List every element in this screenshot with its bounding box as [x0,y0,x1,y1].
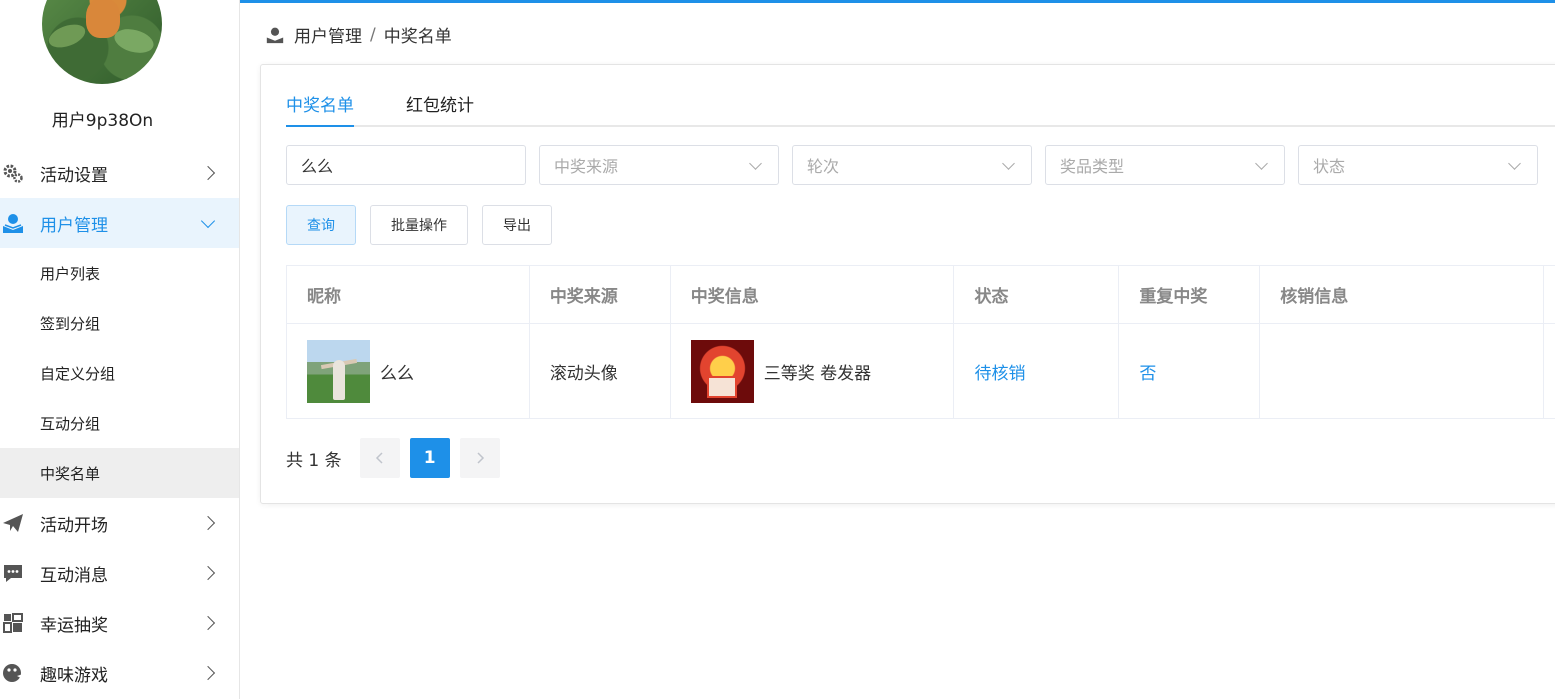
filter-bar: 么么 中奖来源 轮次 奖品类型 状态 [286,145,1551,185]
column-header-repeat: 重复中奖 [1119,266,1261,323]
prize-info-text: 三等奖 卷发器 [763,363,872,384]
round-placeholder: 轮次 [807,157,840,176]
breadcrumb-current: 中奖名单 [383,27,452,47]
submenu-custom-group[interactable]: 自定义分组 [0,348,239,398]
source-select[interactable]: 中奖来源 [539,145,779,185]
column-header-nickname: 昵称 [287,266,530,323]
cell-status[interactable]: 待核销 [954,324,1120,418]
tab-winner-list[interactable]: 中奖名单 [286,91,354,127]
chat-bubble-icon [2,562,24,584]
user-manage-icon [2,212,24,234]
gamepad-icon [2,662,24,684]
prev-page-button[interactable] [359,438,400,478]
round-select[interactable]: 轮次 [792,145,1032,185]
prize-type-placeholder: 奖品类型 [1060,157,1125,176]
status-placeholder: 状态 [1313,157,1346,176]
next-page-button[interactable] [459,438,500,478]
sidebar-item-label: 幸运抽奖 [40,615,108,636]
column-header-status: 状态 [954,266,1120,323]
sidebar-item-interactive-messages[interactable]: 互动消息 [0,548,239,598]
paper-plane-icon [2,512,24,534]
cell-repeat[interactable]: 否 [1119,324,1261,418]
gears-icon [2,162,24,184]
avatar-cat [86,0,120,38]
chevron-down-icon [1002,157,1015,170]
submenu-user-list[interactable]: 用户列表 [0,248,239,298]
avatar-leaf [45,20,89,52]
username: 用户9p38On [51,111,154,131]
status-select[interactable]: 状态 [1298,145,1538,185]
submenu-interaction-group[interactable]: 互动分组 [0,398,239,448]
avatar-figure [333,359,345,400]
pagination: 共 1 条 1 [286,438,500,478]
column-header-verify: 核销信息 [1260,266,1544,323]
prize-type-select[interactable]: 奖品类型 [1045,145,1285,185]
export-button[interactable]: 导出 [482,205,552,245]
prize-gift-box [706,375,737,398]
avatar[interactable] [42,0,162,84]
winner-table: 昵称 中奖来源 中奖信息 状态 重复中奖 核销信息 么么 滚动头像 三等奖 卷发… [286,265,1555,419]
column-header-prize-info: 中奖信息 [671,266,955,323]
cell-prize-info: 三等奖 卷发器 [671,324,955,418]
sidebar-item-user-management[interactable]: 用户管理 [0,198,239,248]
submenu-checkin-group[interactable]: 签到分组 [0,298,239,348]
page-number-button[interactable]: 1 [409,438,450,478]
submenu-winner-list[interactable]: 中奖名单 [0,448,239,498]
sidebar: 用户9p38On 活动设置 用户管理 用户列表 签到分组 自定义分组 互动分组 … [0,0,240,699]
chevron-down-icon [200,213,216,229]
chevron-right-icon [200,565,216,581]
sidebar-item-label: 活动设置 [40,165,108,186]
content-card: 中奖名单 红包统计 么么 中奖来源 轮次 奖品类型 状态 查询 批量操作 导出 … [260,64,1555,504]
cell-nickname: 么么 [287,324,530,418]
sidebar-item-fun-games[interactable]: 趣味游戏 [0,648,239,698]
tab-bar: 中奖名单 红包统计 [286,91,1555,127]
cell-source: 滚动头像 [530,324,671,418]
avatar-leaf [111,25,157,57]
prize-image [690,339,754,403]
table-header: 昵称 中奖来源 中奖信息 状态 重复中奖 核销信息 [287,266,1555,324]
source-placeholder: 中奖来源 [554,157,619,176]
lottery-icon [2,612,24,634]
chevron-down-icon [1508,157,1521,170]
nickname-text: 么么 [380,363,414,384]
cell-verify [1260,324,1544,418]
chevron-right-icon [200,665,216,681]
sidebar-menu: 活动设置 用户管理 用户列表 签到分组 自定义分组 互动分组 中奖名单 活动开场… [0,148,239,698]
tab-red-packet-stats[interactable]: 红包统计 [406,91,474,127]
chevron-left-icon [375,452,383,464]
chevron-right-icon [477,452,484,464]
chevron-right-icon [200,515,216,531]
breadcrumb: 用户管理 / 中奖名单 [266,22,452,47]
chevron-down-icon [1255,157,1268,170]
sidebar-item-activity-opening[interactable]: 活动开场 [0,498,239,548]
user-manage-icon [266,26,284,44]
keyword-value: 么么 [301,157,334,176]
sidebar-item-label: 趣味游戏 [40,665,108,686]
batch-operation-button[interactable]: 批量操作 [370,205,468,245]
column-header-source: 中奖来源 [530,266,671,323]
column-header-extra [1544,266,1555,323]
keyword-input[interactable]: 么么 [286,145,526,185]
chevron-right-icon [200,165,216,181]
table-row: 么么 滚动头像 三等奖 卷发器 待核销 否 [287,324,1555,418]
sidebar-item-label: 用户管理 [40,215,108,236]
sidebar-item-label: 活动开场 [40,515,108,536]
breadcrumb-separator: / [370,24,376,45]
total-count: 共 1 条 [286,450,342,471]
chevron-right-icon [200,615,216,631]
chevron-down-icon [749,157,762,170]
query-button[interactable]: 查询 [286,205,356,245]
action-bar: 查询 批量操作 导出 [286,205,566,245]
user-avatar [307,339,370,403]
cell-extra [1544,324,1555,418]
breadcrumb-root[interactable]: 用户管理 [294,22,362,47]
sidebar-item-label: 互动消息 [40,565,108,586]
sidebar-item-activity-settings[interactable]: 活动设置 [0,148,239,198]
top-accent-bar [240,0,1555,3]
sidebar-item-lucky-draw[interactable]: 幸运抽奖 [0,598,239,648]
